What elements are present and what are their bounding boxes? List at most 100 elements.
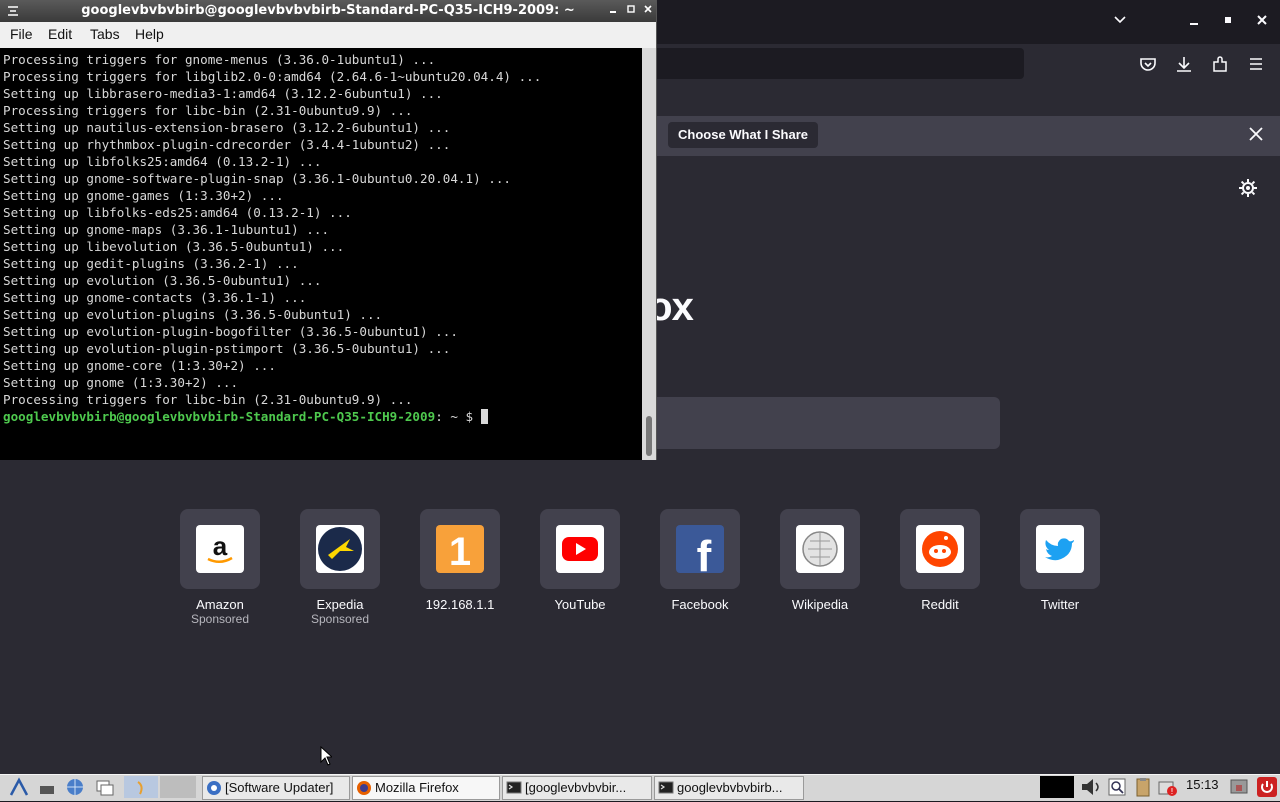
terminal-titlebar[interactable]: googlevbvbvbirb@googlevbvbvbirb-Standard… — [0, 0, 656, 22]
app-menu-button[interactable] — [1246, 54, 1266, 74]
task-label: googlevbvbvbirb... — [677, 780, 783, 795]
speaker-icon — [1082, 779, 1099, 795]
minimize-icon — [610, 11, 616, 13]
shortcut-tile[interactable]: Reddit — [900, 509, 980, 612]
search-tray-button[interactable] — [1106, 776, 1128, 798]
terminal-line: Setting up nautilus-extension-brasero (3… — [3, 120, 451, 135]
task-firefox[interactable]: Mozilla Firefox — [352, 776, 500, 800]
workspace-1-button[interactable] — [124, 776, 158, 798]
maximize-icon — [1225, 17, 1231, 23]
clipboard-tray-button[interactable] — [1132, 776, 1154, 798]
search-icon — [1108, 778, 1126, 796]
downloads-button[interactable] — [1174, 54, 1194, 74]
logout-button[interactable] — [1256, 776, 1278, 798]
file-manager-launcher[interactable] — [94, 776, 116, 798]
menu-file[interactable]: File — [10, 26, 33, 42]
terminal-line: Setting up gnome-contacts (3.36.1-1) ... — [3, 290, 307, 305]
tile-label: Wikipedia — [791, 597, 849, 612]
shortcut-tile[interactable]: f Facebook — [660, 509, 740, 612]
menu-help[interactable]: Help — [135, 26, 164, 42]
update-alert-icon: ! — [1158, 781, 1177, 796]
shortcut-tile[interactable]: a Amazon Sponsored — [180, 509, 260, 626]
puzzle-icon — [1213, 56, 1227, 72]
minimize-icon — [1190, 23, 1198, 25]
maximize-button[interactable] — [1218, 12, 1238, 32]
lock-screen-icon — [1230, 779, 1248, 794]
terminal-line: Setting up gedit-plugins (3.36.2-1) ... — [3, 256, 299, 271]
task-label: Mozilla Firefox — [375, 780, 459, 795]
facebook-icon: f — [676, 525, 724, 581]
window-menu-icon[interactable] — [6, 5, 20, 17]
terminal-line: Setting up gnome-software-plugin-snap (3… — [3, 171, 511, 186]
tile-frame: f — [660, 509, 740, 589]
minimize-button[interactable] — [1184, 12, 1204, 32]
tile-label: Amazon — [196, 597, 244, 612]
maximize-icon — [627, 5, 635, 13]
menu-edit[interactable]: Edit — [48, 26, 72, 42]
terminal-maximize-button[interactable] — [624, 0, 638, 22]
task-label: [googlevbvbvbir... — [525, 780, 627, 795]
tile-label: Reddit — [921, 597, 959, 612]
terminal-minimize-button[interactable] — [606, 0, 620, 22]
shortcut-tile[interactable]: 1 192.168.1.1 — [420, 509, 500, 612]
terminal-scroll-thumb[interactable] — [646, 416, 652, 456]
show-desktop-button[interactable] — [36, 776, 58, 798]
terminal-output[interactable]: Processing triggers for gnome-menus (3.3… — [0, 48, 642, 458]
task-terminal-2[interactable]: googlevbvbvbirb... — [654, 776, 804, 800]
terminal-prompt: googlevbvbvbirb@googlevbvbvbirb-Standard… — [3, 408, 541, 425]
close-window-button[interactable] — [1252, 12, 1272, 32]
web-browser-launcher[interactable] — [64, 776, 86, 798]
terminal-menubar: File Edit Tabs Help — [0, 22, 656, 49]
tile-label: 192.168.1.1 — [425, 597, 495, 612]
terminal-line: Setting up gnome (1:3.30+2) ... — [3, 375, 239, 390]
lock-screen-button[interactable] — [1228, 776, 1250, 798]
terminal-scrollbar[interactable] — [642, 48, 656, 460]
firefox-icon — [357, 781, 371, 795]
task-software-updater[interactable]: [Software Updater] — [202, 776, 350, 800]
menu-tabs[interactable]: Tabs — [90, 26, 120, 42]
newtab-search-input[interactable] — [640, 397, 1000, 449]
workspace-2-button[interactable] — [160, 776, 196, 798]
power-icon — [1257, 777, 1277, 797]
clipboard-icon — [1136, 778, 1150, 797]
shortcut-tile[interactable]: YouTube — [540, 509, 620, 612]
terminal-line: Setting up evolution-plugin-bogofilter (… — [3, 324, 458, 339]
router-icon: 1 — [436, 525, 484, 574]
amazon-icon: a — [196, 525, 244, 573]
terminal-line: Processing triggers for libc-bin (2.31-0… — [3, 103, 413, 118]
notification-close-button[interactable] — [1244, 122, 1268, 146]
terminal-line: Setting up evolution-plugins (3.36.5-0ub… — [3, 307, 383, 322]
shortcut-tile[interactable]: Expedia Sponsored — [300, 509, 380, 626]
task-terminal-1[interactable]: [googlevbvbvbir... — [502, 776, 652, 800]
terminal-line: Setting up evolution-plugin-pstimport (3… — [3, 341, 451, 356]
terminal-line: Setting up libfolks25:amd64 (0.13.2-1) .… — [3, 154, 322, 169]
terminal-line: Setting up gnome-maps (3.36.1-1ubuntu1) … — [3, 222, 330, 237]
tile-sponsored-label: Sponsored — [190, 612, 250, 626]
choose-what-i-share-button[interactable]: Choose What I Share — [668, 122, 819, 148]
pocket-button[interactable] — [1138, 54, 1158, 74]
terminal-line: Setting up libbrasero-media3-1:amd64 (3.… — [3, 86, 443, 101]
cpu-monitor — [1040, 776, 1074, 798]
update-notifier-tray[interactable]: ! — [1156, 776, 1178, 798]
clock[interactable]: 15:13 — [1186, 777, 1219, 792]
terminal-line: Setting up evolution (3.36.5-0ubuntu1) .… — [3, 273, 322, 288]
gear-icon — [1239, 179, 1257, 197]
personalize-button[interactable] — [1238, 178, 1258, 198]
svg-text:a: a — [213, 531, 228, 561]
desktop-icon — [40, 786, 54, 794]
list-all-tabs-button[interactable] — [1110, 12, 1130, 32]
shortcut-tile[interactable]: Twitter — [1020, 509, 1100, 612]
tile-label: Twitter — [1040, 597, 1080, 612]
tile-frame — [1020, 509, 1100, 589]
prompt-suffix: : ~ $ — [435, 409, 481, 424]
terminal-icon — [506, 781, 522, 794]
terminal-line: Setting up libevolution (3.36.5-0ubuntu1… — [3, 239, 345, 254]
extensions-button[interactable] — [1210, 54, 1230, 74]
shortcut-tile[interactable]: Wikipedia — [780, 509, 860, 612]
url-bar[interactable] — [650, 48, 1024, 79]
tile-frame: 1 — [420, 509, 500, 589]
terminal-close-button[interactable] — [641, 0, 655, 22]
start-menu-button[interactable] — [8, 776, 30, 798]
volume-button[interactable] — [1078, 776, 1108, 798]
wikipedia-icon — [796, 525, 844, 573]
